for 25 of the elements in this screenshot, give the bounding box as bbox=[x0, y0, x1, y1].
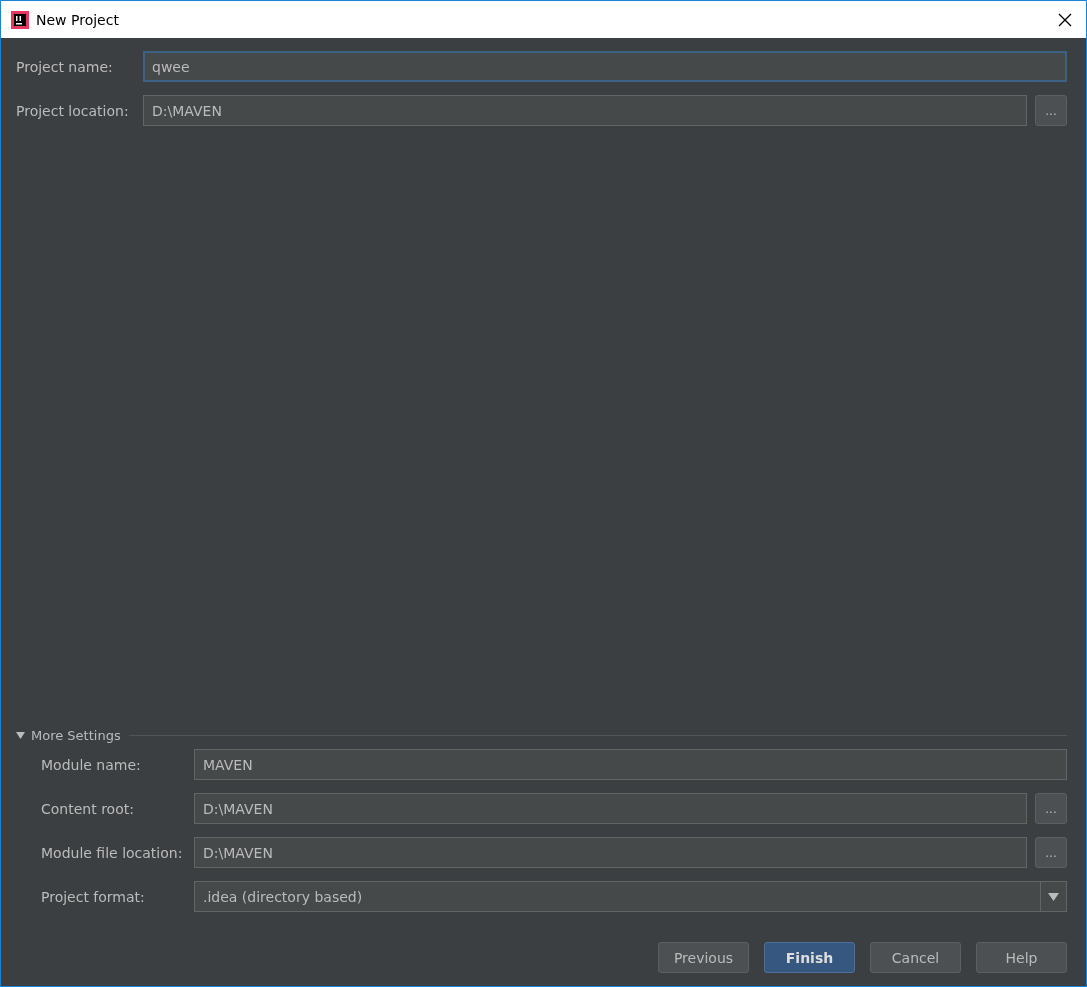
field-label: Content root: bbox=[40, 800, 135, 817]
text-field[interactable]: D:\MAVEN bbox=[194, 793, 1027, 824]
text-field[interactable]: D:\MAVEN bbox=[194, 837, 1027, 868]
dropdown[interactable]: .idea (directory based) bbox=[194, 881, 1067, 912]
text-field[interactable]: D:\MAVEN bbox=[143, 95, 1027, 126]
field-label: Project name: bbox=[16, 58, 114, 75]
dropdown-arrow-icon bbox=[1048, 892, 1059, 901]
window-title: New Project bbox=[36, 11, 120, 28]
expand-arrow-icon bbox=[16, 732, 25, 739]
browse-button[interactable]: ... bbox=[1035, 793, 1067, 824]
text-field[interactable]: qwee bbox=[143, 51, 1067, 82]
field-label: Project format: bbox=[40, 888, 146, 905]
browse-button[interactable]: ... bbox=[1035, 95, 1067, 126]
dialog-button[interactable]: Cancel bbox=[870, 942, 961, 973]
text-field[interactable]: MAVEN bbox=[194, 749, 1067, 780]
field-label: Module name: bbox=[40, 756, 142, 773]
dialog-button[interactable]: Help bbox=[976, 942, 1067, 973]
field-label: Module file location: bbox=[40, 844, 184, 861]
close-icon[interactable] bbox=[1058, 12, 1072, 27]
dialog-button[interactable]: Previous bbox=[658, 942, 749, 973]
dialog-button[interactable]: Finish bbox=[764, 942, 855, 973]
more-settings-toggle[interactable]: More Settings bbox=[16, 728, 121, 743]
app-logo-icon bbox=[11, 10, 29, 29]
field-label: Project location: bbox=[16, 102, 130, 119]
browse-button[interactable]: ... bbox=[1035, 837, 1067, 868]
